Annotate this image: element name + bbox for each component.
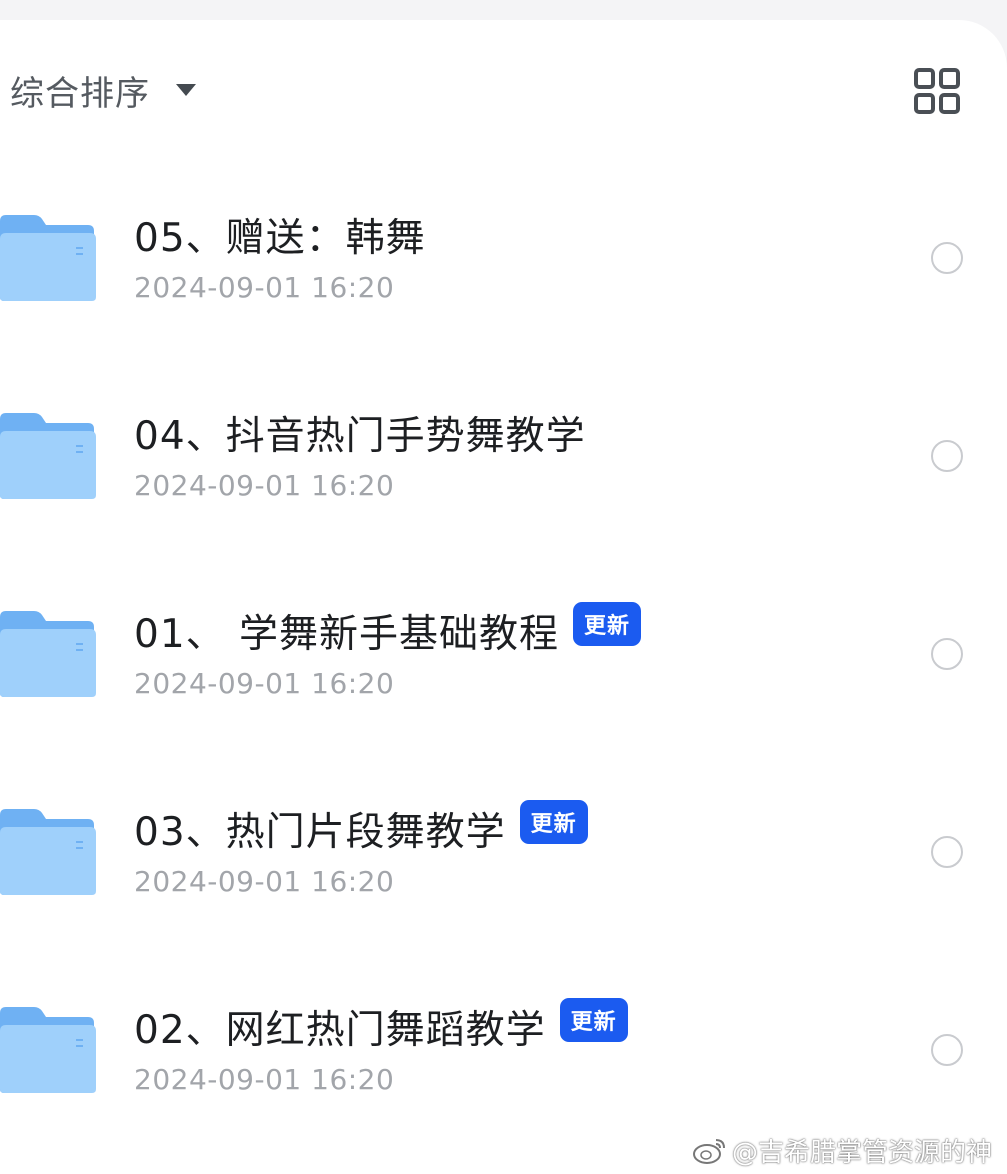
select-radio[interactable] [931, 1034, 963, 1066]
list-item[interactable]: 01、 学舞新手基础教程 更新 2024-09-01 16:20 [0, 561, 1007, 759]
screen: 综合排序 05、赠送：韩舞 2024-09-01 16:20 04、抖音热门手势… [0, 0, 1007, 1174]
select-radio[interactable] [931, 836, 963, 868]
select-radio[interactable] [931, 242, 963, 274]
select-radio[interactable] [931, 638, 963, 670]
list-item[interactable]: 02、网红热门舞蹈教学 更新 2024-09-01 16:20 [0, 957, 1007, 1155]
file-name: 04、抖音热门手势舞教学 [134, 414, 586, 459]
caret-down-icon [176, 84, 196, 96]
watermark: @吉希腊掌管资源的神 [692, 1132, 992, 1168]
folder-icon [0, 1007, 96, 1093]
file-title-line: 04、抖音热门手势舞教学 [134, 405, 586, 461]
update-badge: 更新 [519, 800, 588, 844]
file-title-line: 05、赠送：韩舞 [134, 207, 426, 263]
file-date: 2024-09-01 16:20 [134, 469, 395, 502]
grid-view-icon[interactable] [914, 68, 960, 114]
list-item[interactable]: 05、赠送：韩舞 2024-09-01 16:20 [0, 165, 1007, 363]
file-name: 02、网红热门舞蹈教学 [134, 1008, 546, 1053]
folder-icon [0, 809, 96, 895]
file-name: 01、 学舞新手基础教程 [134, 612, 560, 657]
file-date: 2024-09-01 16:20 [134, 865, 395, 898]
sort-dropdown[interactable]: 综合排序 [10, 66, 196, 114]
watermark-text: @吉希腊掌管资源的神 [732, 1137, 993, 1168]
file-title-line: 01、 学舞新手基础教程 更新 [134, 602, 642, 659]
list-item[interactable]: 03、热门片段舞教学 更新 2024-09-01 16:20 [0, 759, 1007, 957]
folder-icon [0, 611, 96, 697]
file-date: 2024-09-01 16:20 [134, 1063, 395, 1096]
file-title-line: 03、热门片段舞教学 更新 [134, 800, 588, 857]
file-list: 05、赠送：韩舞 2024-09-01 16:20 04、抖音热门手势舞教学 2… [0, 165, 1007, 1155]
file-date: 2024-09-01 16:20 [134, 667, 395, 700]
folder-icon [0, 413, 96, 499]
update-badge: 更新 [573, 602, 642, 646]
select-radio[interactable] [931, 440, 963, 472]
toolbar: 综合排序 [0, 60, 1007, 120]
weibo-logo-icon [693, 1139, 725, 1164]
folder-icon [0, 215, 96, 301]
file-title-line: 02、网红热门舞蹈教学 更新 [134, 998, 628, 1055]
file-date: 2024-09-01 16:20 [134, 271, 395, 304]
update-badge: 更新 [559, 998, 628, 1042]
file-name: 05、赠送：韩舞 [134, 216, 426, 261]
sort-label: 综合排序 [10, 73, 150, 114]
list-item[interactable]: 04、抖音热门手势舞教学 2024-09-01 16:20 [0, 363, 1007, 561]
file-name: 03、热门片段舞教学 [134, 810, 506, 855]
